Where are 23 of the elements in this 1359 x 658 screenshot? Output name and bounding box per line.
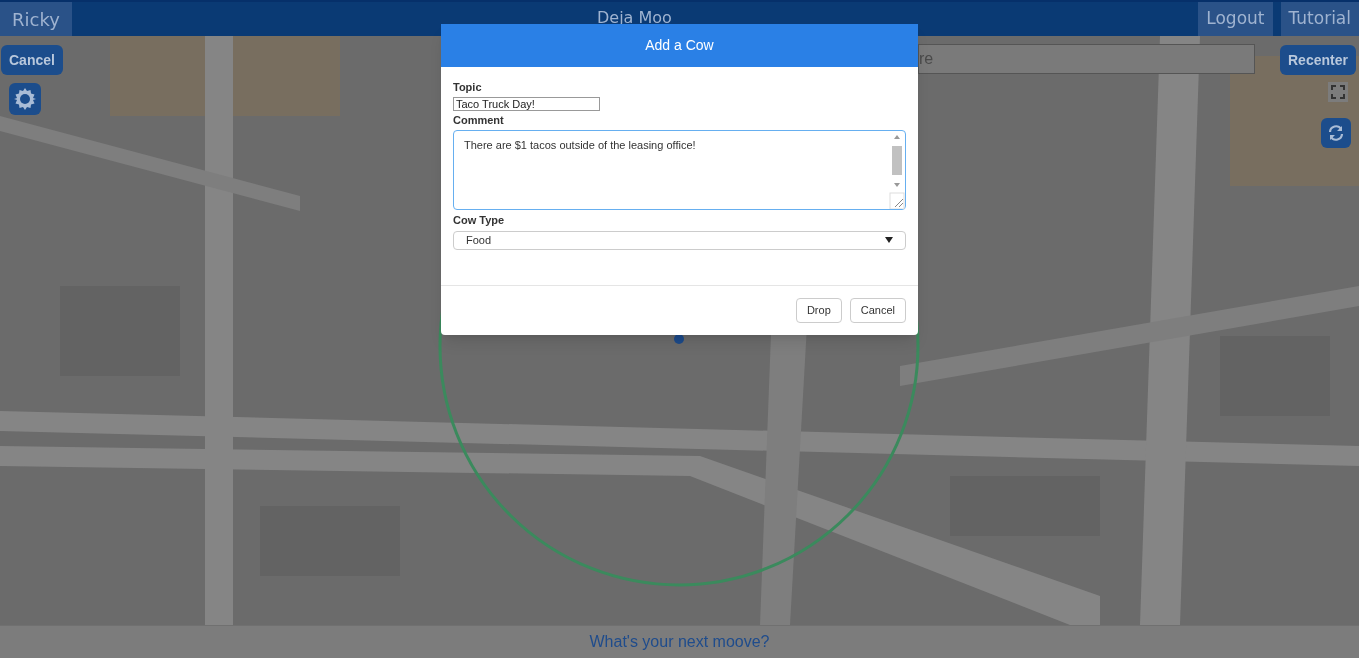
recenter-button[interactable]: Recenter — [1280, 45, 1356, 75]
dialog-title: Add a Cow — [645, 36, 714, 55]
footer-prompt: What's your next moove? — [589, 632, 770, 652]
caret-icon — [885, 237, 893, 244]
settings-button[interactable] — [9, 83, 41, 115]
fullscreen-icon — [1331, 85, 1345, 99]
topic-field[interactable]: Taco Truck Day! — [453, 97, 600, 111]
header-button[interactable]: Tutorial — [1280, 2, 1359, 36]
field-label: Comment — [453, 113, 504, 128]
dialog-button[interactable]: Cancel — [849, 298, 906, 323]
comment-field[interactable]: There are $1 tacos outside of the leasing office! — [453, 130, 906, 210]
refresh-icon — [1328, 125, 1344, 141]
fullscreen-button[interactable] — [1328, 82, 1348, 102]
field-label: Topic — [453, 80, 482, 95]
app-title: Deja Moo — [597, 7, 672, 29]
user-name[interactable]: Ricky — [0, 2, 72, 36]
cow-type-select[interactable]: Food — [453, 231, 906, 250]
settings-icon — [13, 87, 37, 111]
refresh-button[interactable] — [1321, 118, 1351, 148]
dialog-button[interactable]: Drop — [795, 298, 842, 323]
header-button[interactable]: Logout — [1198, 2, 1273, 36]
cancel-button[interactable]: Cancel — [1, 45, 63, 75]
field-label: Cow Type — [453, 213, 505, 228]
